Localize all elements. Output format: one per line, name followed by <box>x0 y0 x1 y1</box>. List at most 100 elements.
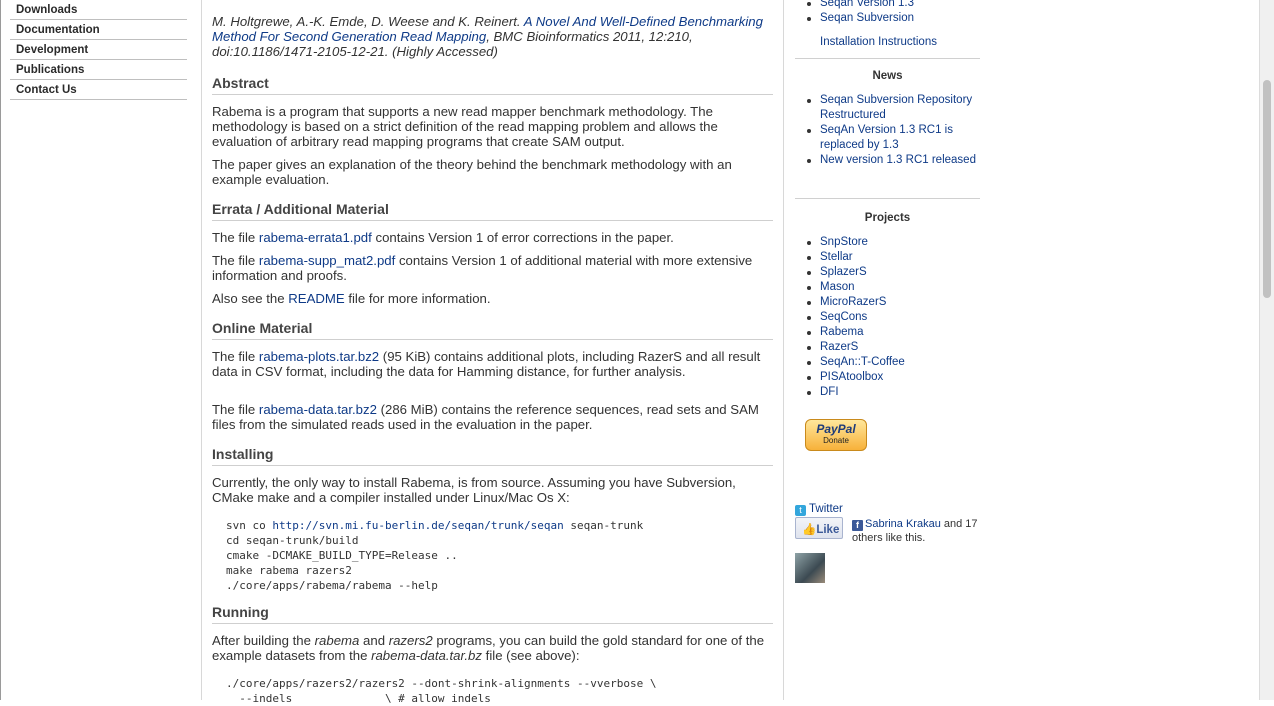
paypal-logo: PayPal <box>816 422 856 436</box>
online-paragraph-2: The file rabema-data.tar.bz2 (286 MiB) c… <box>212 402 774 432</box>
project-link-dfi[interactable]: DFI <box>820 386 839 398</box>
supp-material-pdf-link[interactable]: rabema-supp_mat2.pdf <box>259 253 395 268</box>
nav-item-publications[interactable]: Publications <box>10 60 187 80</box>
plots-archive-link[interactable]: rabema-plots.tar.bz2 <box>259 349 379 364</box>
running-code-block: ./core/apps/razers2/razers2 --dont-shrin… <box>226 677 657 705</box>
paypal-donate-button[interactable]: PayPal Donate <box>805 419 867 451</box>
svn-repository-link[interactable]: http://svn.mi.fu-berlin.de/seqan/trunk/s… <box>272 519 563 532</box>
news-heading: News <box>872 70 903 82</box>
projects-list: SnpStore Stellar SplazerS Mason MicroRaz… <box>795 235 980 400</box>
project-link-razers[interactable]: RazerS <box>820 341 858 353</box>
right-column-divider <box>783 0 784 700</box>
running-paragraph: After building the rabema and razers2 pr… <box>212 633 774 663</box>
errata-pdf-link[interactable]: rabema-errata1.pdf <box>259 230 372 245</box>
project-link-mason[interactable]: Mason <box>820 281 855 293</box>
code-text: seqan-trunk <box>563 519 644 532</box>
project-link-microrazers[interactable]: MicroRazerS <box>820 296 886 308</box>
text: The file <box>212 349 259 364</box>
text: file (see above): <box>482 648 580 663</box>
project-item: DFI <box>795 385 980 400</box>
news-item: New version 1.3 RC1 released <box>795 153 980 168</box>
project-link-splazers[interactable]: SplazerS <box>820 266 867 278</box>
program-name: rabema <box>314 633 360 648</box>
project-item: Mason <box>795 280 980 295</box>
nav-item-development[interactable]: Development <box>10 40 187 60</box>
project-item: SeqAn::T-Coffee <box>795 355 980 370</box>
errata-paragraph-2: The file rabema-supp_mat2.pdf contains V… <box>212 253 774 283</box>
running-heading: Running <box>212 605 773 624</box>
twitter-link[interactable]: t Twitter <box>795 503 843 516</box>
citation-authors: M. Holtgrewe, A.-K. Emde, D. Weese and K… <box>212 14 521 29</box>
window-left-border <box>0 0 1 700</box>
facebook-icon: f <box>852 520 863 531</box>
facebook-like-button[interactable]: 👍Like <box>795 517 843 539</box>
installing-paragraph: Currently, the only way to install Rabem… <box>212 475 736 505</box>
news-link[interactable]: Seqan Subversion Repository Restructured <box>820 94 972 121</box>
news-item: Seqan Subversion Repository Restructured <box>795 93 980 123</box>
readme-link[interactable]: README <box>288 291 344 306</box>
code-text: svn co <box>226 519 273 532</box>
thumbs-up-icon: 👍 <box>802 524 817 536</box>
text: After building the <box>212 633 315 648</box>
citation: M. Holtgrewe, A.-K. Emde, D. Weese and K… <box>212 14 774 59</box>
online-paragraph-1: The file rabema-plots.tar.bz2 (95 KiB) c… <box>212 349 774 379</box>
project-item: RazerS <box>795 340 980 355</box>
like-label: Like <box>816 524 840 536</box>
divider <box>795 198 980 199</box>
project-item: PISAtoolbox <box>795 370 980 385</box>
installation-instructions-link[interactable]: Installation Instructions <box>820 36 937 48</box>
scrollbar-thumb[interactable] <box>1263 80 1271 298</box>
errata-paragraph-1: The file rabema-errata1.pdf contains Ver… <box>212 230 774 245</box>
text: and <box>359 633 389 648</box>
seqan-version-link[interactable]: Seqan Version 1.3 <box>820 0 914 9</box>
abstract-heading: Abstract <box>212 76 773 95</box>
left-column-divider <box>201 0 202 700</box>
news-list: Seqan Subversion Repository Restructured… <box>795 93 980 168</box>
list-item: Seqan Subversion <box>795 11 980 26</box>
project-link-rabema[interactable]: Rabema <box>820 326 863 338</box>
project-item: SnpStore <box>795 235 980 250</box>
facebook-user-link[interactable]: Sabrina Krakau <box>865 518 941 530</box>
file-name: rabema-data.tar.bz <box>371 648 482 663</box>
avatar[interactable] <box>795 553 825 583</box>
projects-heading: Projects <box>864 212 911 224</box>
text: The file <box>212 253 259 268</box>
text: file for more information. <box>344 291 491 306</box>
text: contains Version 1 of error corrections … <box>371 230 674 245</box>
project-link-pisatoolbox[interactable]: PISAtoolbox <box>820 371 883 383</box>
text: The file <box>212 230 259 245</box>
program-name: razers2 <box>388 633 433 648</box>
abstract-paragraph-1: Rabema is a program that supports a new … <box>212 104 718 149</box>
version-links: Seqan Version 1.3 Seqan Subversion <box>795 0 980 26</box>
project-link-stellar[interactable]: Stellar <box>820 251 853 263</box>
project-link-snpstore[interactable]: SnpStore <box>820 236 868 248</box>
news-link[interactable]: SeqAn Version 1.3 RC1 is replaced by 1.3 <box>820 124 953 151</box>
twitter-icon: t <box>795 505 806 516</box>
nav-item-contact-us[interactable]: Contact Us <box>10 80 187 100</box>
errata-paragraph-3: Also see the README file for more inform… <box>212 291 774 306</box>
news-link[interactable]: New version 1.3 RC1 released <box>820 154 976 166</box>
news-item: SeqAn Version 1.3 RC1 is replaced by 1.3 <box>795 123 980 153</box>
project-link-seqcons[interactable]: SeqCons <box>820 311 867 323</box>
seqan-subversion-link[interactable]: Seqan Subversion <box>820 12 914 24</box>
divider <box>795 58 980 59</box>
code-text: cd seqan-trunk/build cmake -DCMAKE_BUILD… <box>226 534 458 592</box>
list-item: Seqan Version 1.3 <box>795 0 980 11</box>
nav-item-documentation[interactable]: Documentation <box>10 20 187 40</box>
abstract-paragraph-2: The paper gives an explanation of the th… <box>212 157 732 187</box>
online-material-heading: Online Material <box>212 321 773 340</box>
text: Also see the <box>212 291 289 306</box>
nav-item-downloads[interactable]: Downloads <box>10 0 187 20</box>
install-code-block: svn co http://svn.mi.fu-berlin.de/seqan/… <box>226 518 643 593</box>
twitter-label[interactable]: Twitter <box>809 503 843 515</box>
project-item: MicroRazerS <box>795 295 980 310</box>
project-link-t-coffee[interactable]: SeqAn::T-Coffee <box>820 356 905 368</box>
left-navigation: Downloads Documentation Development Publ… <box>10 0 187 100</box>
project-item: Rabema <box>795 325 980 340</box>
facebook-like-count: f Sabrina Krakau and 17 others like this. <box>852 517 982 545</box>
data-archive-link[interactable]: rabema-data.tar.bz2 <box>259 402 377 417</box>
errata-heading: Errata / Additional Material <box>212 202 773 221</box>
text: The file <box>212 402 259 417</box>
project-item: SeqCons <box>795 310 980 325</box>
project-item: Stellar <box>795 250 980 265</box>
